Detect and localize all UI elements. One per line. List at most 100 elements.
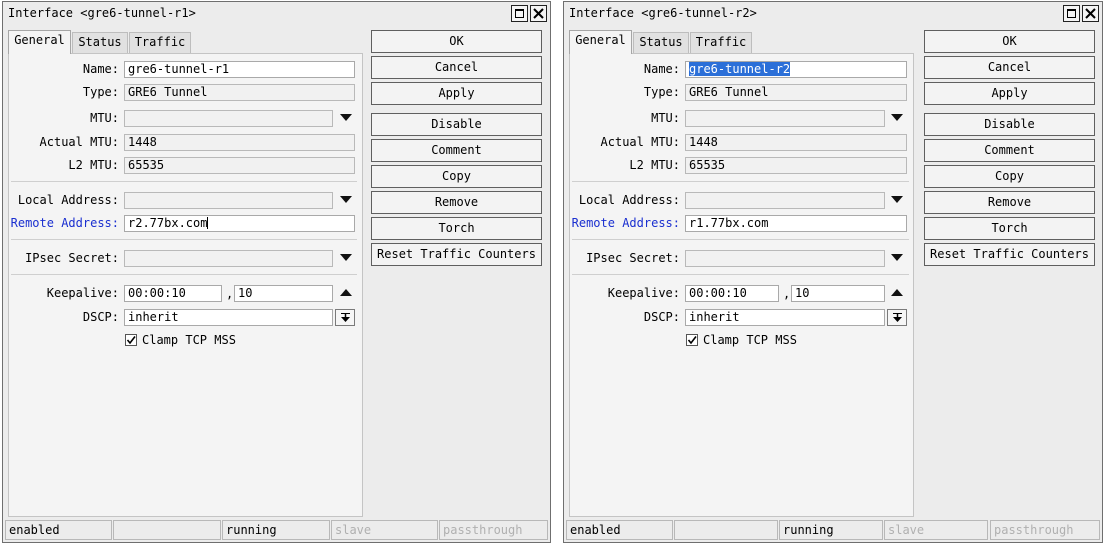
mtu-dropdown-icon[interactable] [340,114,352,121]
local-address-input[interactable] [685,192,885,209]
cancel-button[interactable]: Cancel [924,56,1095,79]
actual-mtu-value: 1448 [124,134,355,151]
window-title: Interface <gre6-tunnel-r1> [8,6,196,20]
status-comment [674,520,778,540]
keepalive-label: Keepalive: [46,286,119,300]
tab-general[interactable]: General [569,30,632,54]
text-cursor [207,217,209,229]
comment-button[interactable]: Comment [371,139,542,162]
l2-mtu-label: L2 MTU: [68,158,119,172]
reset-traffic-counters-button[interactable]: Reset Traffic Counters [924,243,1095,266]
tab-general[interactable]: General [8,30,71,54]
mtu-label: MTU: [651,111,680,125]
checkmark-icon [126,336,136,345]
close-icon[interactable] [1082,5,1099,22]
local-address-label: Local Address: [578,193,680,207]
ok-button[interactable]: OK [924,30,1095,53]
interface-window-r1: Interface <gre6-tunnel-r1> General Statu… [2,1,551,543]
ipsec-secret-dropdown-icon[interactable] [891,254,903,261]
apply-button[interactable]: Apply [371,82,542,105]
status-passthrough: passthrough [439,520,548,540]
type-label: Type: [643,85,680,99]
actual-mtu-value: 1448 [685,134,907,151]
torch-button[interactable]: Torch [924,217,1095,240]
tab-traffic[interactable]: Traffic [129,32,191,53]
type-value: GRE6 Tunnel [124,84,355,101]
divider [11,181,357,182]
remove-button[interactable]: Remove [371,191,542,214]
mtu-dropdown-icon[interactable] [891,114,903,121]
local-address-input[interactable] [124,192,333,209]
ipsec-secret-input[interactable] [124,250,333,267]
name-label: Name: [643,62,680,76]
clamp-tcp-mss-checkbox[interactable] [686,334,698,346]
remove-button[interactable]: Remove [924,191,1095,214]
checkmark-icon [687,336,697,345]
title-bar[interactable]: Interface <gre6-tunnel-r2> [564,2,1102,24]
keepalive-collapse-icon[interactable] [340,289,352,296]
clamp-tcp-mss-checkbox[interactable] [125,334,137,346]
torch-button[interactable]: Torch [371,217,542,240]
actual-mtu-label: Actual MTU: [600,135,680,149]
reset-traffic-counters-button[interactable]: Reset Traffic Counters [371,243,542,266]
ipsec-secret-input[interactable] [685,250,885,267]
mtu-input[interactable] [685,110,885,127]
divider [11,274,357,275]
name-label: Name: [82,62,119,76]
keepalive-separator: , [783,287,791,301]
status-comment [113,520,221,540]
local-address-dropdown-icon[interactable] [891,196,903,203]
l2-mtu-label: L2 MTU: [629,158,680,172]
cancel-button[interactable]: Cancel [371,56,542,79]
copy-button[interactable]: Copy [371,165,542,188]
tab-status[interactable]: Status [72,32,128,53]
window-title: Interface <gre6-tunnel-r2> [569,6,757,20]
remote-address-input[interactable]: r2.77bx.com [124,215,355,232]
remote-address-input[interactable]: r1.77bx.com [685,215,907,232]
disable-button[interactable]: Disable [371,113,542,136]
status-passthrough: passthrough [990,520,1100,540]
dscp-select-button[interactable] [887,309,907,326]
general-panel: Name: gre6-tunnel-r2 Type: GRE6 Tunnel M… [569,53,914,517]
disable-button[interactable]: Disable [924,113,1095,136]
remote-address-label: Remote Address: [571,216,680,230]
dscp-label: DSCP: [82,310,119,324]
general-panel: Name: gre6-tunnel-r1 Type: GRE6 Tunnel M… [8,53,363,517]
keepalive-separator: , [226,287,234,301]
dscp-label: DSCP: [643,310,680,324]
name-input[interactable]: gre6-tunnel-r2 [685,61,907,78]
keepalive-collapse-icon[interactable] [891,289,903,296]
dropdown-icon [893,313,902,322]
name-input[interactable]: gre6-tunnel-r1 [124,61,355,78]
maximize-icon[interactable] [511,5,528,22]
mtu-input[interactable] [124,110,333,127]
title-bar[interactable]: Interface <gre6-tunnel-r1> [3,2,550,24]
ipsec-secret-dropdown-icon[interactable] [340,254,352,261]
keepalive-interval-input[interactable]: 00:00:10 [124,285,222,302]
l2-mtu-value: 65535 [124,157,355,174]
tab-status[interactable]: Status [633,32,689,53]
keepalive-interval-input[interactable]: 00:00:10 [685,285,779,302]
local-address-dropdown-icon[interactable] [340,196,352,203]
type-label: Type: [82,85,119,99]
comment-button[interactable]: Comment [924,139,1095,162]
status-enabled: enabled [566,520,673,540]
tab-traffic[interactable]: Traffic [690,32,752,53]
dscp-input[interactable]: inherit [685,309,885,326]
mtu-label: MTU: [90,111,119,125]
status-slave: slave [331,520,438,540]
keepalive-retries-input[interactable]: 10 [234,285,333,302]
apply-button[interactable]: Apply [924,82,1095,105]
dropdown-icon [341,313,350,322]
dscp-select-button[interactable] [335,309,355,326]
maximize-icon[interactable] [1063,5,1080,22]
interface-window-r2: Interface <gre6-tunnel-r2> General Statu… [563,1,1103,543]
keepalive-retries-input[interactable]: 10 [791,285,885,302]
copy-button[interactable]: Copy [924,165,1095,188]
divider [572,181,909,182]
status-bar: enabled running slave passthrough [5,520,548,540]
dscp-input[interactable]: inherit [124,309,333,326]
close-icon[interactable] [530,5,547,22]
ok-button[interactable]: OK [371,30,542,53]
remote-address-label: Remote Address: [10,216,119,230]
